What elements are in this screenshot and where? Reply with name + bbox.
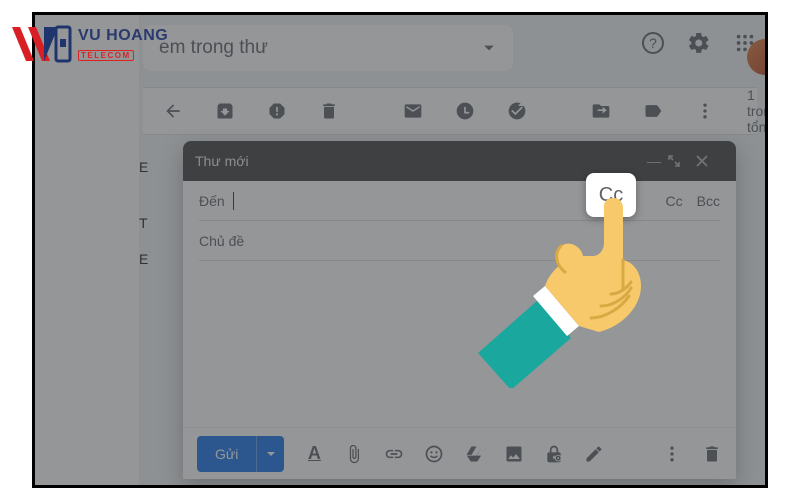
bcc-toggle[interactable]: Bcc (697, 193, 720, 209)
compose-toolbar: Gửi A (183, 427, 736, 479)
cc-toggle[interactable]: Cc (666, 193, 683, 209)
screenshot-frame: em trong thư ? (32, 12, 768, 488)
mail-toolbar: 1 trong tổng (143, 87, 757, 135)
compose-header[interactable]: Thư mới — (183, 141, 736, 181)
add-task-icon[interactable] (507, 101, 527, 121)
compose-more-icon[interactable] (662, 444, 682, 464)
pager-text: 1 trong tổng (747, 87, 768, 135)
compose-body[interactable] (183, 261, 736, 427)
signature-icon[interactable] (584, 444, 604, 464)
mark-unread-icon[interactable] (403, 101, 423, 121)
confidential-icon[interactable] (544, 444, 564, 464)
brand-sub: TELECOM (78, 50, 134, 61)
pointing-hand-icon (473, 198, 653, 388)
search-box[interactable]: em trong thư (143, 25, 513, 71)
help-icon[interactable]: ? (641, 31, 665, 55)
top-row: em trong thư ? (139, 25, 765, 73)
send-button[interactable]: Gửi (197, 436, 284, 472)
to-label: Đến (199, 193, 225, 209)
compose-title: Thư mới (195, 153, 640, 169)
insert-photo-icon[interactable] (504, 444, 524, 464)
link-icon[interactable] (384, 444, 404, 464)
top-icons: ? (641, 31, 757, 55)
archive-icon[interactable] (215, 101, 235, 121)
spam-icon[interactable] (267, 101, 287, 121)
send-options-caret[interactable] (256, 436, 284, 472)
drive-icon[interactable] (464, 444, 484, 464)
gmail-app-area: em trong thư ? (139, 15, 765, 485)
minimize-icon[interactable]: — (640, 153, 668, 169)
snooze-icon[interactable] (455, 101, 475, 121)
brand-logo: VU HOANG TELECOM (10, 20, 190, 70)
text-cursor (233, 192, 234, 210)
compose-fields: Đến Cc Bcc Chủ đề (183, 181, 736, 261)
subject-placeholder: Chủ đề (199, 233, 244, 249)
svg-text:?: ? (649, 35, 657, 51)
cc-bcc-options: Cc Bcc (666, 193, 720, 209)
attach-icon[interactable] (344, 444, 364, 464)
move-to-icon[interactable] (591, 101, 611, 121)
left-stray-char: E (139, 159, 148, 175)
emoji-icon[interactable] (424, 444, 444, 464)
more-icon[interactable] (695, 101, 715, 121)
search-options-caret[interactable] (483, 42, 495, 54)
logo-text: VU HOANG TELECOM (78, 27, 168, 63)
fullscreen-icon[interactable] (668, 155, 696, 167)
compose-window: Thư mới — Đến Cc Bcc (183, 141, 736, 479)
gear-icon[interactable] (687, 31, 711, 55)
formatting-icon[interactable]: A (304, 444, 324, 464)
brand-name: VU HOANG (78, 27, 168, 45)
logo-mark (10, 25, 72, 65)
left-stray-char-2: T (139, 215, 148, 231)
close-icon[interactable] (696, 155, 724, 167)
discard-icon[interactable] (702, 444, 722, 464)
delete-icon[interactable] (319, 101, 339, 121)
left-stray-char-3: E (139, 251, 148, 267)
labels-icon[interactable] (643, 101, 663, 121)
send-button-label: Gửi (197, 436, 256, 472)
back-arrow-icon[interactable] (163, 101, 183, 121)
